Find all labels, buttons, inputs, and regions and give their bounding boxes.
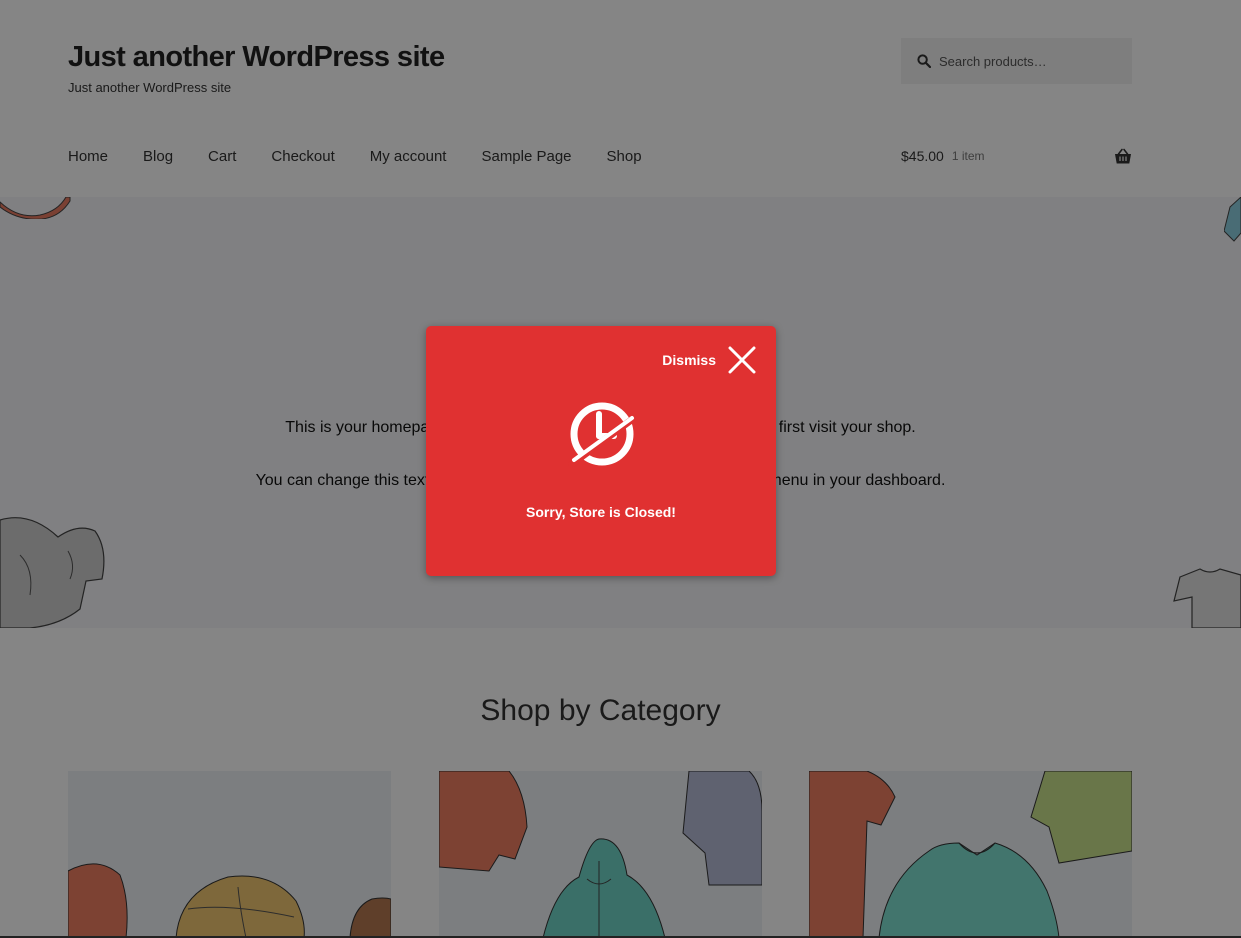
store-closed-modal: Dismiss Sorry, Store is Closed!: [426, 326, 776, 576]
close-icon[interactable]: [728, 346, 756, 374]
store-closed-clock-icon: [568, 402, 638, 468]
dismiss-button[interactable]: Dismiss: [662, 346, 756, 374]
dismiss-label: Dismiss: [662, 352, 716, 368]
store-closed-message: Sorry, Store is Closed!: [526, 504, 676, 520]
